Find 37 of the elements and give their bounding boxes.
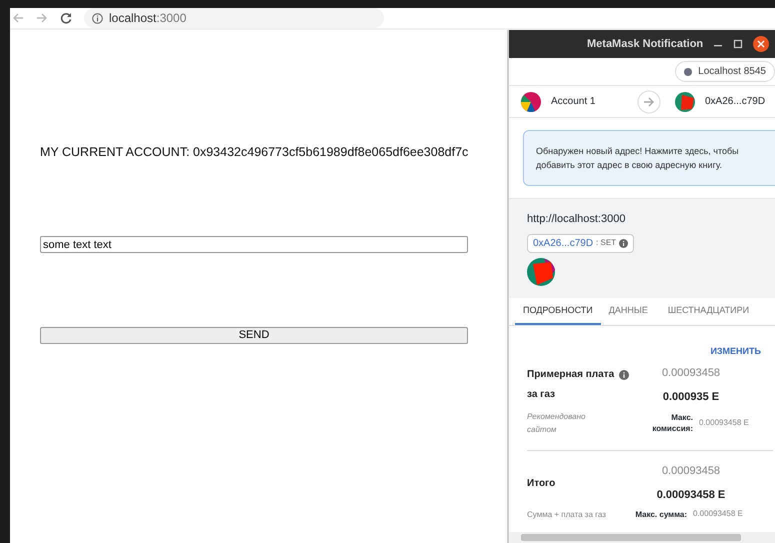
secondary-amount: 0.00093458: [662, 366, 720, 381]
secondary-amount: 0.00093458: [662, 464, 720, 479]
details-tab[interactable]: ПОДРОБНОСТИ: [515, 298, 601, 325]
max-value: 0.00093458 E: [699, 416, 749, 428]
fee-note: Сумма + плата за газ: [527, 508, 607, 520]
horizontal-scrollbar[interactable]: [509, 532, 775, 543]
max-label: Макс. комиссия:: [651, 412, 693, 434]
fee-label: Примерная плата за газ: [527, 368, 616, 402]
from-account-name: Account 1: [551, 95, 596, 109]
details-tab[interactable]: ШЕСТНАДЦАТИРИ: [656, 298, 750, 325]
edit-link[interactable]: ИЗМЕНИТЬ: [710, 346, 761, 356]
origin-url: http://localhost:3000: [527, 212, 626, 227]
details-tab[interactable]: ДАННЫЕ: [600, 298, 656, 325]
account-heading: MY CURRENT ACCOUNT: 0x93432c496773cf5b61989df8e065df6ee308df7c: [40, 144, 468, 160]
new-address-alert[interactable]: Обнаружен новый адрес! Нажмите здесь, чтобы добавить этот адрес в свою адресную книгу.: [523, 130, 775, 186]
recipient-avatar-icon: [675, 92, 695, 112]
primary-amount: 0.000935 E: [662, 390, 720, 404]
primary-amount: 0.00093458 E: [656, 488, 726, 502]
site-avatar-icon: [527, 258, 555, 286]
max-value: 0.00093458 E: [693, 508, 743, 520]
account-avatar-icon: [521, 92, 541, 112]
info-icon: [619, 238, 628, 248]
recipient-address: 0xA26...c79D: [705, 95, 766, 109]
close-icon[interactable]: [753, 36, 770, 52]
reload-icon[interactable]: [60, 12, 72, 24]
text-input[interactable]: some text text: [40, 236, 468, 253]
arrow-right-icon: [637, 90, 661, 114]
info-icon[interactable]: [92, 12, 103, 24]
network-selector[interactable]: Localhost 8545: [675, 61, 775, 82]
fee-note: Рекомендовано сайтом: [527, 410, 586, 436]
fee-label: Итого: [527, 476, 556, 491]
send-button[interactable]: SEND: [40, 327, 468, 344]
maximize-icon[interactable]: [733, 39, 744, 49]
window-title: MetaMask Notification: [587, 36, 704, 52]
max-label: Макс. сумма:: [634, 508, 687, 520]
info-icon[interactable]: [619, 370, 629, 380]
address-chip[interactable]: 0xA26...c79D : SET: [527, 234, 634, 252]
